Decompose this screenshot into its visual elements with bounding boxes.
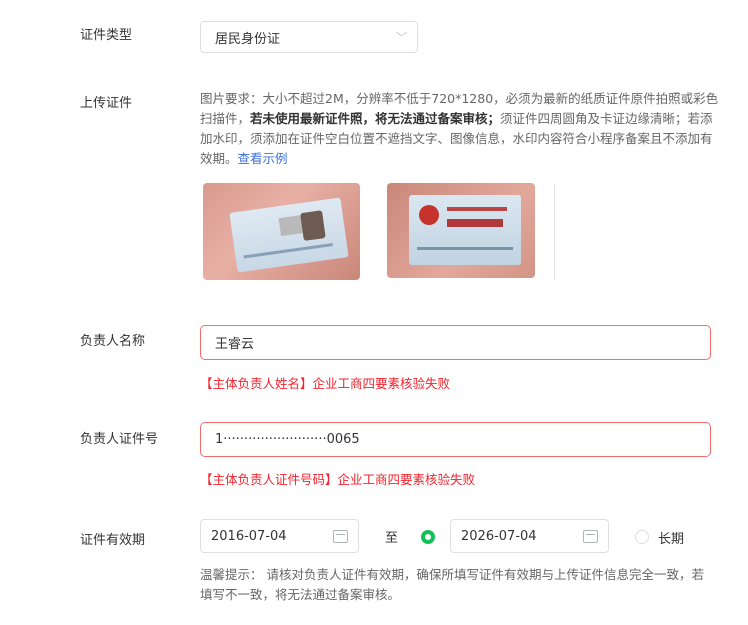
start-date-picker[interactable]: 2016-07-04 — [200, 519, 359, 553]
calendar-icon — [583, 529, 598, 543]
calendar-icon — [333, 529, 348, 543]
cert-type-value: 居民身份证 — [215, 31, 281, 47]
card-info-line — [417, 247, 513, 250]
id-card-front — [229, 197, 349, 273]
id-card-back-image[interactable] — [387, 183, 535, 278]
end-date-value: 2026-07-04 — [461, 528, 537, 544]
id-number-value: 1·························0065 — [215, 432, 360, 447]
chevron-down-icon: ﹀ — [396, 31, 407, 44]
validity-tip: 温馨提示： 请核对负责人证件有效期，确保所填写证件有效期与上传证件信息完全一致，… — [200, 567, 704, 602]
id-number-input[interactable]: 1·························0065 — [200, 422, 711, 457]
view-example-link[interactable]: 查看示例 — [238, 151, 288, 166]
name-label: 负责人名称 — [80, 334, 146, 349]
cert-type-select[interactable]: 居民身份证 ﹀ — [200, 21, 418, 53]
end-date-radio[interactable] — [421, 530, 435, 544]
id-number-line — [243, 243, 333, 259]
id-number-label: 负责人证件号 — [80, 432, 159, 447]
requirements-bold: 若未使用最新证件照，将无法通过备案审核； — [250, 111, 501, 126]
name-error: 【主体负责人姓名】企业工商四要素核验失败 — [200, 376, 451, 391]
validity-label: 证件有效期 — [80, 533, 146, 548]
image-divider — [554, 185, 555, 280]
portrait-photo — [300, 210, 326, 241]
upload-requirements: 图片要求：大小不超过2M，分辨率不低于720*1280，必须为最新的纸质证件原件… — [200, 89, 720, 169]
name-input[interactable]: 王睿云 — [200, 325, 711, 360]
id-number-error: 【主体负责人证件号码】企业工商四要素核验失败 — [200, 472, 476, 487]
card-title-line — [447, 207, 507, 211]
cert-type-label: 证件类型 — [80, 28, 133, 43]
id-card-back — [409, 195, 521, 265]
long-term-label: 长期 — [658, 532, 685, 547]
end-date-picker[interactable]: 2026-07-04 — [450, 519, 609, 553]
start-date-value: 2016-07-04 — [211, 528, 287, 544]
name-value: 王睿云 — [215, 337, 255, 352]
card-title-main — [447, 219, 503, 227]
id-card-front-image[interactable] — [203, 183, 360, 280]
national-emblem-icon — [419, 205, 439, 225]
upload-label: 上传证件 — [80, 96, 133, 111]
date-range-separator: 至 — [385, 531, 399, 546]
long-term-radio[interactable] — [635, 530, 649, 544]
